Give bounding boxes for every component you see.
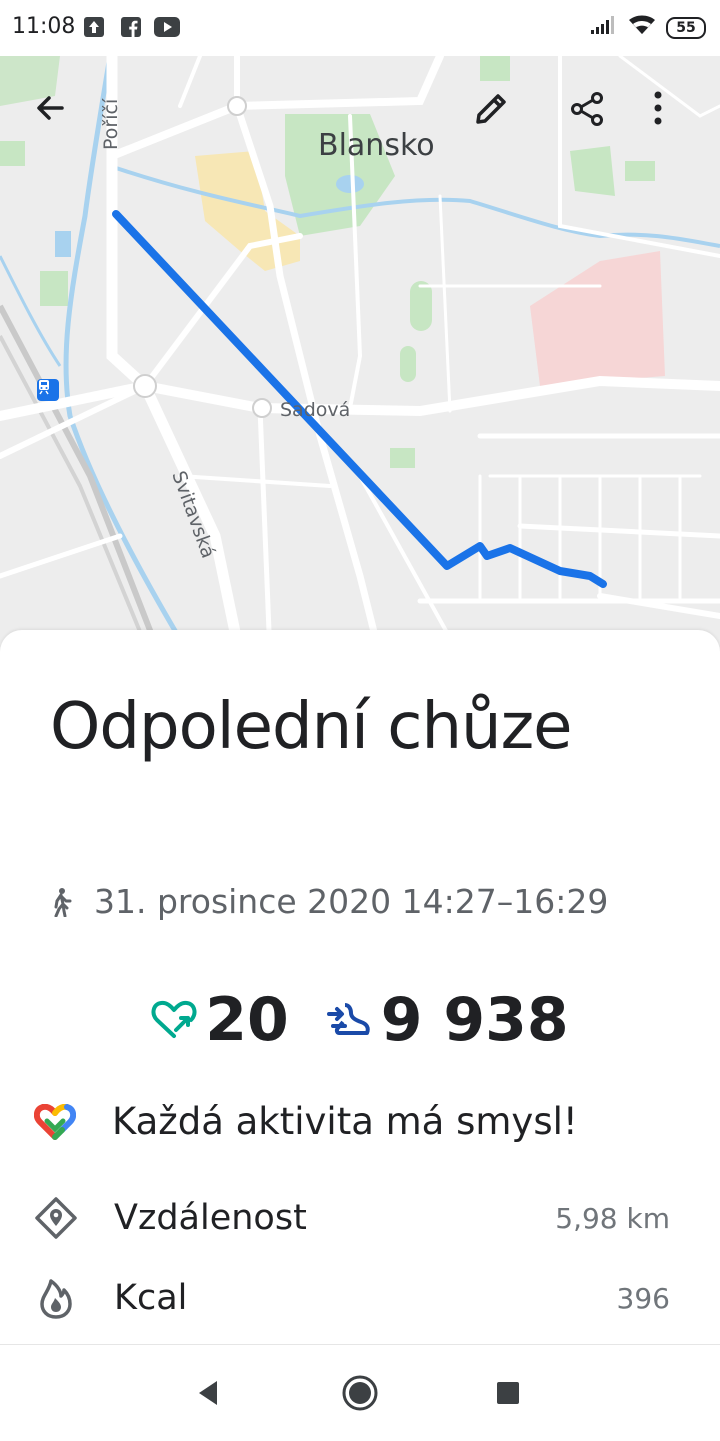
walking-icon [50,887,72,917]
train-station-icon [37,379,59,401]
activity-sheet: Odpolední chůze 31. prosince 2020 14:27–… [0,630,720,1344]
system-nav-bar [0,1344,720,1441]
map-label-sadova: Sadová [280,399,351,421]
flame-icon [34,1276,78,1320]
edit-button[interactable] [472,90,520,138]
youtube-icon [154,17,180,42]
steps-value: 9 938 [380,985,569,1055]
nav-recents-button[interactable] [488,1373,528,1413]
nav-back-button[interactable] [188,1373,228,1413]
metric-label-distance: Vzdálenost [114,1198,307,1238]
steps-stat: 9 938 [325,985,569,1055]
nav-home-button[interactable] [340,1373,380,1413]
nav-home-icon [342,1375,378,1411]
nav-recents-icon [497,1382,519,1404]
map-label-town: Blansko [318,128,435,163]
heart-points-stat: 20 [151,985,289,1055]
share-icon [571,92,603,126]
status-right: 55 [590,14,706,41]
facebook-icon [121,17,141,42]
battery-icon: 55 [666,16,706,39]
more-vert-icon [654,91,662,125]
metric-value-distance: 5,98 km [555,1201,670,1235]
motto-text: Každá aktivita má smysl! [112,1100,578,1143]
stats-row: 20 9 938 [0,985,720,1055]
activity-date-range: 31. prosince 2020 14:27–16:29 [94,882,609,921]
upload-icon [84,17,104,42]
metric-value-kcal: 396 [616,1281,670,1315]
metric-row-kcal: Kcal 396 [34,1268,670,1328]
pencil-icon [476,94,506,124]
share-button[interactable] [568,90,616,138]
metric-row-distance: Vzdálenost 5,98 km [34,1188,670,1248]
map-label-porici: Poříčí [100,98,122,150]
back-button[interactable] [32,90,80,138]
activity-title: Odpolední chůze [50,690,573,764]
arrow-back-icon [37,96,64,120]
metric-label-kcal: Kcal [114,1278,188,1318]
google-fit-icon [34,1103,76,1140]
heart-points-value: 20 [205,985,289,1055]
activity-subtitle: 31. prosince 2020 14:27–16:29 [50,882,608,921]
steps-icon [325,1000,371,1040]
more-button[interactable] [652,90,700,138]
heart-points-icon [151,1000,197,1040]
status-time: 11:08 [12,14,76,39]
motto-row: Každá aktivita má smysl! [34,1100,578,1143]
nav-back-icon [199,1381,217,1405]
location-diamond-icon [34,1196,78,1240]
wifi-icon [628,14,656,41]
route-map[interactable]: Blansko Poříčí Sadová Svitavská [0,56,720,656]
status-bar: 11:08 55 [0,0,720,56]
signal-icon [590,15,618,40]
